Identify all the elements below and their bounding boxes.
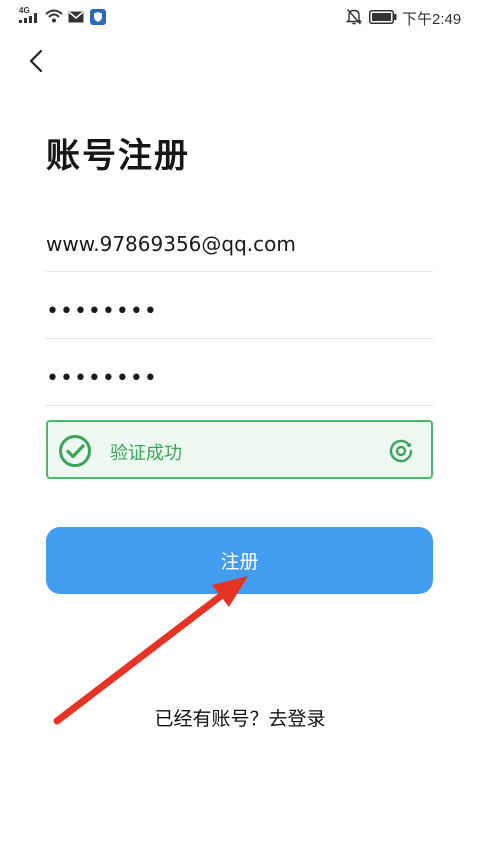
back-button[interactable]	[22, 46, 52, 76]
shield-icon	[90, 9, 106, 25]
page-title: 账号注册	[46, 136, 190, 176]
battery-icon	[369, 10, 397, 24]
register-screen: 4G 下午2:49 账号注册 www.97869356@qq.com 验证成功 …	[0, 0, 480, 853]
signal-icon	[19, 13, 37, 23]
go-to-login-link[interactable]: 已经有账号？去登录	[0, 704, 480, 731]
notification-off-icon	[346, 9, 362, 25]
mail-icon	[68, 11, 84, 23]
refresh-icon[interactable]	[387, 437, 415, 465]
captcha-status-text: 验证成功	[110, 443, 182, 464]
confirm-password-input[interactable]	[46, 356, 433, 400]
check-circle-icon	[59, 435, 91, 467]
status-bar: 4G 下午2:49	[0, 0, 480, 34]
confirm-password-field-row	[46, 350, 433, 406]
wifi-icon	[45, 9, 63, 23]
email-field-row	[46, 216, 433, 272]
email-input[interactable]	[46, 222, 433, 266]
password-input[interactable]	[46, 289, 433, 333]
password-field-row	[46, 283, 433, 339]
clock: 下午2:49	[402, 11, 462, 28]
captcha-verification[interactable]: 验证成功	[46, 420, 433, 479]
chevron-left-icon	[29, 49, 43, 73]
register-button[interactable]: 注册	[46, 527, 433, 594]
